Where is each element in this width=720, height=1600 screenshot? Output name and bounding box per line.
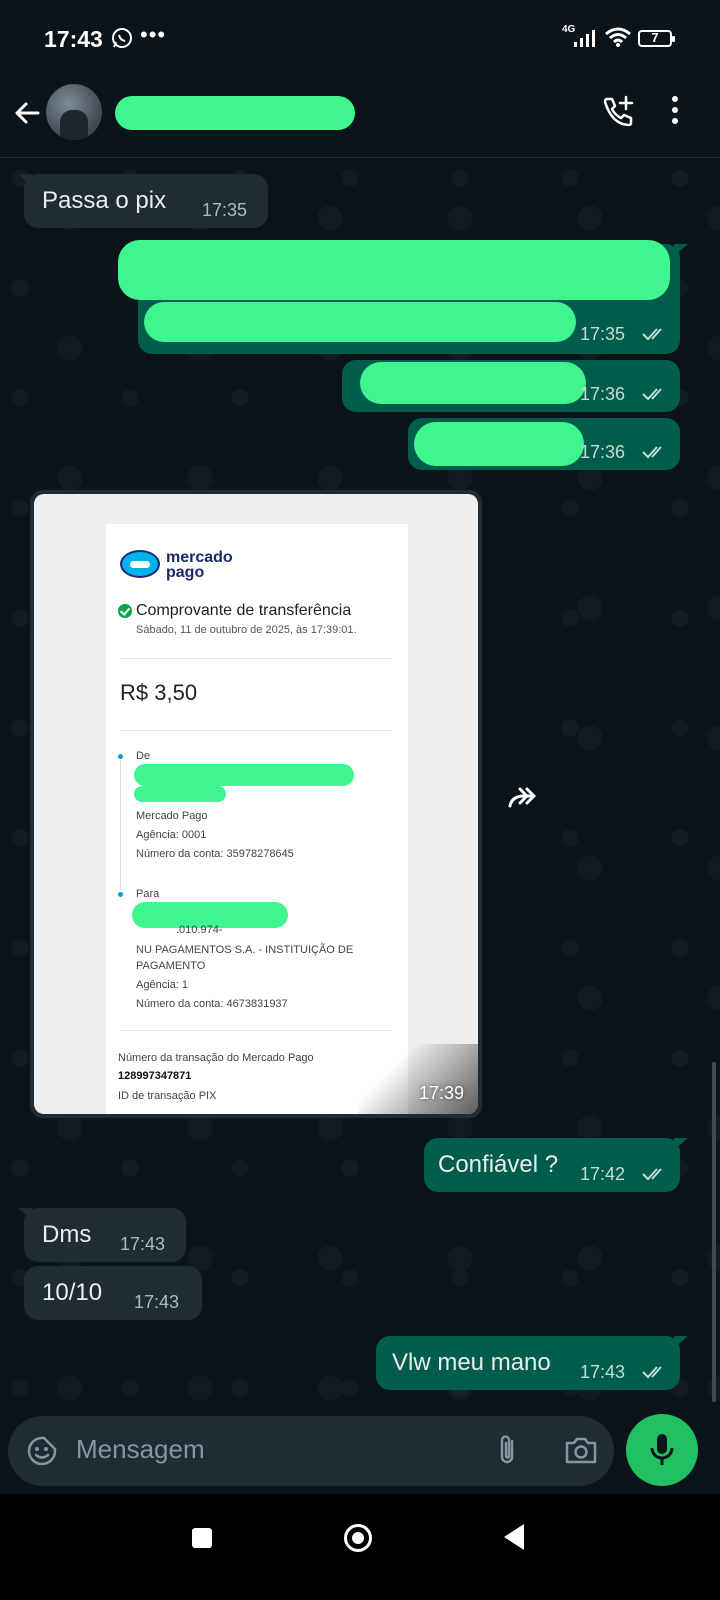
wifi-icon [605, 27, 631, 47]
pix-id-label: ID de transação PIX [118, 1090, 217, 1102]
message-text: Dms [42, 1221, 92, 1248]
message-incoming[interactable]: Dms 17:43 [18, 1208, 186, 1262]
from-label: De [136, 750, 151, 762]
read-receipt-icon [642, 388, 662, 401]
to-bank: PAGAMENTO [136, 960, 206, 972]
read-receipt-icon [642, 446, 662, 459]
message-outgoing[interactable]: Vlw meu mano 17:43 [376, 1336, 688, 1390]
success-check-icon [118, 604, 132, 618]
message-incoming[interactable]: 10/10 17:43 [24, 1266, 202, 1320]
message-time: 17:35 [580, 324, 626, 344]
read-receipt-icon [642, 1366, 662, 1379]
whatsapp-notification-icon [112, 28, 132, 48]
contact-avatar[interactable] [46, 84, 102, 140]
image-message[interactable]: mercado pago Comprovante de transferênci… [30, 490, 482, 1118]
message-composer[interactable]: Mensagem [8, 1416, 614, 1486]
scrollbar[interactable] [712, 1062, 716, 1402]
system-navigation-bar [0, 1494, 720, 1600]
message-time: 17:36 [580, 442, 626, 462]
message-outgoing[interactable]: Confiável ? 17:42 [424, 1138, 688, 1192]
receipt-title: Comprovante de transferência [136, 602, 352, 619]
redaction-mark [144, 302, 576, 342]
from-bank: Mercado Pago [136, 810, 208, 822]
transfer-receipt: mercado pago Comprovante de transferênci… [106, 524, 408, 1114]
message-text: Vlw meu mano [392, 1349, 551, 1376]
redaction-mark [414, 422, 584, 466]
chat-header [0, 80, 720, 158]
to-account: Número da conta: 4673831937 [136, 998, 288, 1010]
bubble-tail [674, 244, 688, 256]
message-outgoing[interactable]: 17:36 [342, 360, 680, 412]
receipt-amount: R$ 3,50 [120, 680, 198, 705]
brand-line: mercado [166, 549, 233, 566]
bubble-tail [674, 1336, 688, 1348]
bubble-tail [18, 1208, 32, 1220]
attach-icon[interactable] [492, 1432, 522, 1468]
transaction-label: Número da transação do Mercado Pago [118, 1052, 314, 1064]
message-outgoing[interactable]: 17:36 [408, 418, 680, 470]
message-text: Passa o pix [42, 187, 167, 214]
more-options-icon[interactable] [670, 96, 680, 130]
recents-icon[interactable] [192, 1528, 212, 1548]
signal-icon [574, 30, 595, 47]
timeline-dot [118, 892, 123, 897]
message-time: 17:42 [580, 1164, 626, 1184]
bubble-tail [18, 174, 32, 186]
to-agency: Agência: 1 [136, 979, 188, 991]
divider [120, 658, 392, 659]
message-text: 10/10 [42, 1279, 103, 1306]
message-time: 17:35 [202, 200, 248, 220]
timeline-line [120, 760, 121, 890]
receipt-date: Sábado, 11 de outubro de 2025, às 17:39:… [136, 624, 357, 636]
battery-icon: 7 [638, 30, 675, 47]
redaction-mark [118, 240, 670, 300]
contact-name[interactable] [115, 96, 360, 130]
message-text: Confiável ? [438, 1151, 559, 1178]
back-arrow-icon[interactable] [12, 98, 42, 128]
forward-icon[interactable] [502, 778, 542, 818]
to-cpf-partial: .010.974- [176, 924, 223, 936]
redaction-mark [360, 362, 586, 404]
message-incoming[interactable]: Passa o pix 17:35 [18, 174, 268, 228]
status-time: 17:43 [44, 26, 103, 52]
microphone-icon [650, 1434, 674, 1465]
mercado-pago-logo-icon [120, 550, 160, 578]
message-input[interactable]: Mensagem [76, 1434, 205, 1465]
message-time: 17:39 [418, 1083, 464, 1103]
to-label: Para [136, 888, 160, 900]
receipt-image[interactable]: mercado pago Comprovante de transferênci… [34, 494, 478, 1114]
from-account: Número da conta: 35978278645 [136, 848, 294, 860]
mercado-pago-brand: mercado pago [166, 549, 233, 581]
system-back-icon[interactable] [504, 1524, 524, 1550]
divider [120, 730, 392, 731]
read-receipt-icon [642, 328, 662, 341]
chat-area[interactable]: Passa o pix 17:35 17:35 17:36 17:36 merc… [0, 158, 720, 1416]
timeline-dot [118, 754, 123, 759]
home-icon[interactable] [344, 1524, 372, 1552]
add-call-icon[interactable] [600, 94, 636, 130]
brand-line: pago [166, 564, 205, 581]
sticker-icon[interactable] [26, 1435, 58, 1467]
voice-message-button[interactable] [626, 1414, 698, 1486]
more-notifications-icon: ••• [140, 22, 167, 47]
read-receipt-icon [642, 1168, 662, 1181]
to-bank: NU PAGAMENTOS S.A. - INSTITUIÇÃO DE [136, 944, 354, 956]
redaction-mark [115, 96, 355, 130]
divider [120, 1030, 392, 1031]
message-time: 17:43 [120, 1234, 166, 1254]
transaction-number: 128997347871 [118, 1070, 192, 1082]
redaction-mark [134, 764, 354, 786]
battery-level: 7 [651, 30, 659, 45]
from-agency: Agência: 0001 [136, 829, 207, 841]
message-outgoing[interactable]: 17:35 [118, 240, 688, 354]
redaction-mark [134, 786, 226, 802]
message-time: 17:43 [134, 1292, 180, 1312]
message-time: 17:43 [580, 1362, 626, 1382]
bubble-tail [674, 1138, 688, 1150]
camera-icon[interactable] [564, 1434, 598, 1466]
message-time: 17:36 [580, 384, 626, 404]
status-bar: 17:43 ••• 4G 7 [0, 0, 720, 80]
